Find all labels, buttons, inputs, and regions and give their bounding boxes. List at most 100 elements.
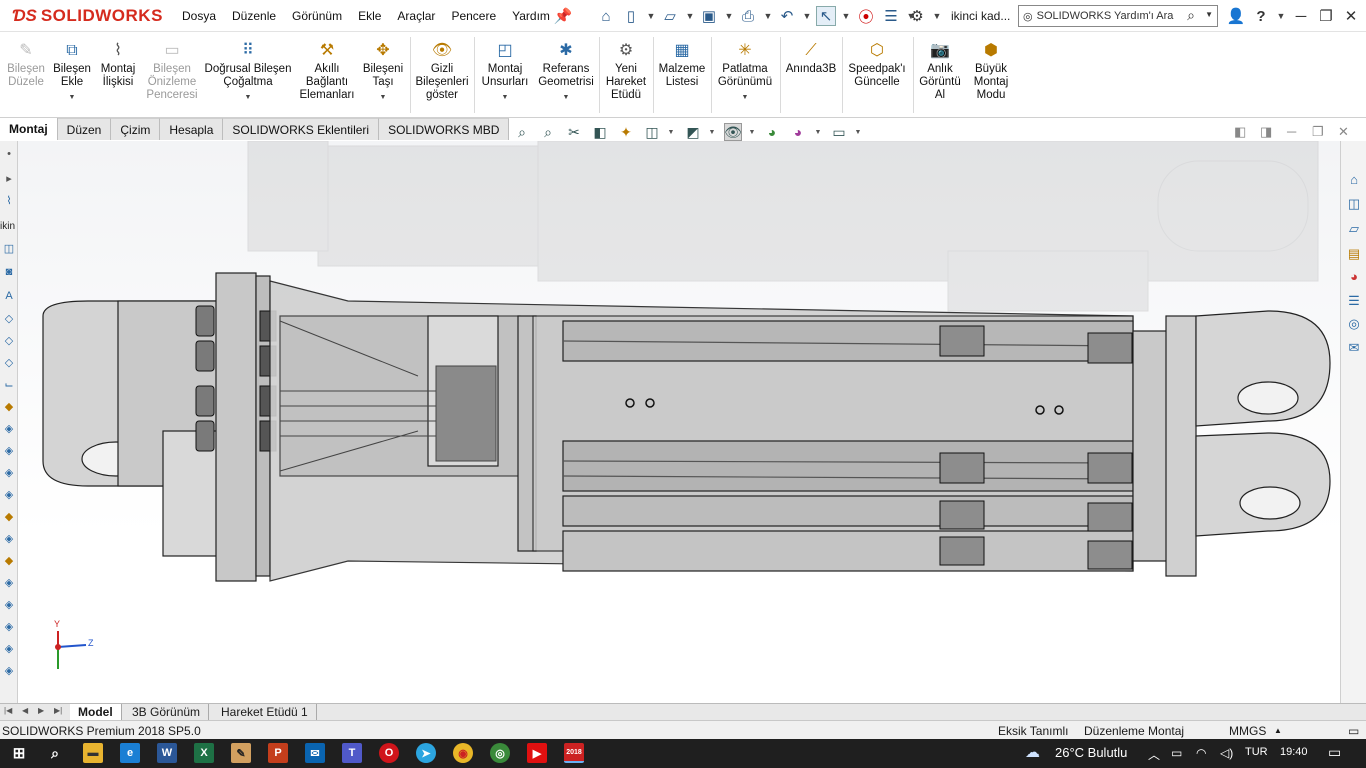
assembly-features-button[interactable]: ◰ Montaj Unsurları ▼ (478, 39, 532, 104)
component-icon[interactable]: ◈ (2, 487, 16, 501)
select-cursor-icon[interactable]: ↖ (816, 6, 836, 26)
apply-scene-icon[interactable]: ◕ (789, 123, 807, 141)
minimize-window-icon[interactable]: ─ (1291, 6, 1311, 26)
zoom-to-area-icon[interactable]: ⌕ (539, 123, 557, 141)
component-icon[interactable]: ◈ (2, 531, 16, 545)
section-view-icon[interactable]: ◧ (591, 123, 609, 141)
taskbar-search-icon[interactable]: ⌕ (45, 743, 65, 763)
chevron-down-icon[interactable]: ▼ (724, 6, 734, 26)
previous-view-icon[interactable]: ✂ (565, 123, 583, 141)
pin-icon[interactable]: 📌 (553, 6, 573, 26)
user-account-name[interactable]: ikinci kad... (951, 9, 1010, 23)
home-icon[interactable]: ⌂ (596, 6, 616, 26)
take-snapshot-button[interactable]: 📷 Anlık Görüntü Al (916, 39, 964, 102)
reference-geometry-button[interactable]: ✱ Referans Geometrisi ▼ (536, 39, 596, 104)
input-language-text[interactable]: TUR (1245, 746, 1268, 758)
plane-icon[interactable]: ◇ (2, 333, 16, 347)
user-profile-icon[interactable]: 👤 (1226, 6, 1246, 26)
edge-browser-icon[interactable]: e (120, 743, 140, 763)
chevron-down-icon[interactable]: ▼ (1205, 10, 1213, 19)
component-icon[interactable]: ◈ (2, 465, 16, 479)
assembly-tree-icon[interactable]: ⌇ (2, 193, 16, 207)
menu-tools[interactable]: Araçlar (389, 9, 443, 23)
component-icon[interactable]: ◈ (2, 597, 16, 611)
solidworks-taskbar-icon[interactable]: 2018 (564, 743, 584, 763)
appearances-scenes-icon[interactable]: ◕ (1344, 266, 1364, 286)
chevron-down-icon[interactable]: ▼ (502, 91, 509, 104)
chevron-down-icon[interactable]: ▼ (667, 123, 675, 141)
chevron-down-icon[interactable]: ▼ (932, 6, 942, 26)
tab-mbd[interactable]: SOLIDWORKS MBD (379, 118, 510, 140)
undo-icon[interactable]: ↶ (777, 6, 797, 26)
search-icon[interactable]: ⌕ (1187, 7, 1195, 24)
tab-layout[interactable]: Düzen (57, 118, 112, 140)
design-library-icon[interactable]: ◫ (1344, 194, 1364, 214)
tab-model[interactable]: Model (70, 704, 122, 720)
tab-nav-next-icon[interactable]: ▶ (38, 706, 44, 715)
insert-component-button[interactable]: ⧉ Bileşen Ekle ▼ (50, 39, 94, 104)
chevron-down-icon[interactable]: ▼ (854, 123, 862, 141)
smart-fasteners-button[interactable]: ⚒ Akıllı Bağlantı Elemanları (298, 39, 356, 102)
mail-icon[interactable]: ✉ (305, 743, 325, 763)
component-icon[interactable]: ◈ (2, 619, 16, 633)
menu-window[interactable]: Pencere (443, 9, 504, 23)
chevron-down-icon[interactable]: ▼ (814, 123, 822, 141)
notification-center-icon[interactable]: ▭ (1328, 744, 1341, 761)
linear-pattern-button[interactable]: ⠿ Doğrusal Bileşen Çoğaltma ▼ (203, 39, 293, 104)
menu-view[interactable]: Görünüm (284, 9, 350, 23)
hide-show-items-icon[interactable]: 👁 (724, 123, 742, 141)
origin-icon[interactable]: ⌙ (2, 377, 16, 391)
chevron-down-icon[interactable]: ▼ (685, 6, 695, 26)
tab-3d-views[interactable]: 3B Görünüm (124, 704, 210, 720)
tab-motion-study-1[interactable]: Hareket Etüdü 1 (213, 704, 317, 720)
chevron-down-icon[interactable]: ▼ (245, 91, 252, 104)
chevron-down-icon[interactable]: ▼ (748, 123, 756, 141)
powerpoint-icon[interactable]: P (268, 743, 288, 763)
component-icon[interactable]: ◈ (2, 575, 16, 589)
opera-icon[interactable]: O (379, 743, 399, 763)
help-search-input[interactable]: ◎ SOLIDWORKS Yardım'ı Ara ⌕ ▼ (1018, 5, 1218, 27)
update-speedpak-button[interactable]: ⬡ Speedpak'ı Güncelle (845, 39, 909, 89)
cylinder-barrel[interactable] (269, 280, 1134, 582)
chevron-down-icon[interactable]: ▼ (802, 6, 812, 26)
solidworks-resources-home-icon[interactable]: ⌂ (1344, 169, 1364, 189)
chevron-down-icon[interactable]: ▼ (841, 6, 851, 26)
weather-text[interactable]: 26°C Bulutlu (1055, 745, 1127, 760)
view-orientation-icon[interactable]: ◫ (643, 123, 661, 141)
bill-of-materials-button[interactable]: ▦ Malzeme Listesi (656, 39, 708, 89)
open-folder-icon[interactable]: ▱ (660, 6, 680, 26)
plane-icon[interactable]: ◇ (2, 355, 16, 369)
tray-chevron-up-icon[interactable]: ︿ (1148, 746, 1160, 763)
chevron-down-icon[interactable]: ▼ (1276, 6, 1286, 26)
save-icon[interactable]: ▣ (699, 6, 719, 26)
new-document-icon[interactable]: ▯ (621, 6, 641, 26)
chevron-down-icon[interactable]: ▼ (69, 91, 76, 104)
right-flange[interactable] (1132, 315, 1197, 577)
chevron-down-icon[interactable]: ▼ (708, 123, 716, 141)
menu-file[interactable]: Dosya (174, 9, 224, 23)
solidworks-logo[interactable]: ƊS SOLIDWORKS (12, 6, 163, 26)
component-preview-button[interactable]: ▭ Bileşen Önizleme Penceresi (144, 39, 200, 102)
solidworks-forum-icon[interactable]: ◎ (1344, 314, 1364, 334)
tab-nav-last-icon[interactable]: ▶| (54, 706, 62, 715)
word-icon[interactable]: W (157, 743, 177, 763)
exploded-view-button[interactable]: ✳ Patlatma Görünümü ▼ (714, 39, 776, 104)
custom-properties-icon[interactable]: ☰ (1344, 291, 1364, 311)
cloud-weather-icon[interactable]: ☁ (1025, 743, 1040, 761)
menu-help[interactable]: Yardım (504, 9, 558, 23)
component-icon[interactable]: ◈ (2, 421, 16, 435)
close-window-icon[interactable]: ✕ (1341, 6, 1361, 26)
zoom-to-fit-icon[interactable]: ⌕ (513, 123, 531, 141)
annotation-icon[interactable]: A (2, 289, 16, 303)
large-assembly-mode-button[interactable]: ⬢ Büyük Montaj Modu (966, 39, 1016, 102)
tab-addins[interactable]: SOLIDWORKS Eklentileri (223, 118, 380, 140)
camera-icon[interactable]: ◙ (2, 265, 16, 279)
file-properties-icon[interactable]: ☰ (881, 6, 901, 26)
graphics-area[interactable]: Y Z (18, 141, 1340, 703)
telegram-icon[interactable]: ➤ (416, 743, 436, 763)
tab-sketch[interactable]: Çizim (111, 118, 161, 140)
new-motion-study-button[interactable]: ⚙ Yeni Hareket Etüdü (602, 39, 650, 102)
chevron-down-icon[interactable]: ▼ (563, 91, 570, 104)
chevron-down-icon[interactable]: ▼ (646, 6, 656, 26)
tab-nav-first-icon[interactable]: |◀ (4, 706, 12, 715)
